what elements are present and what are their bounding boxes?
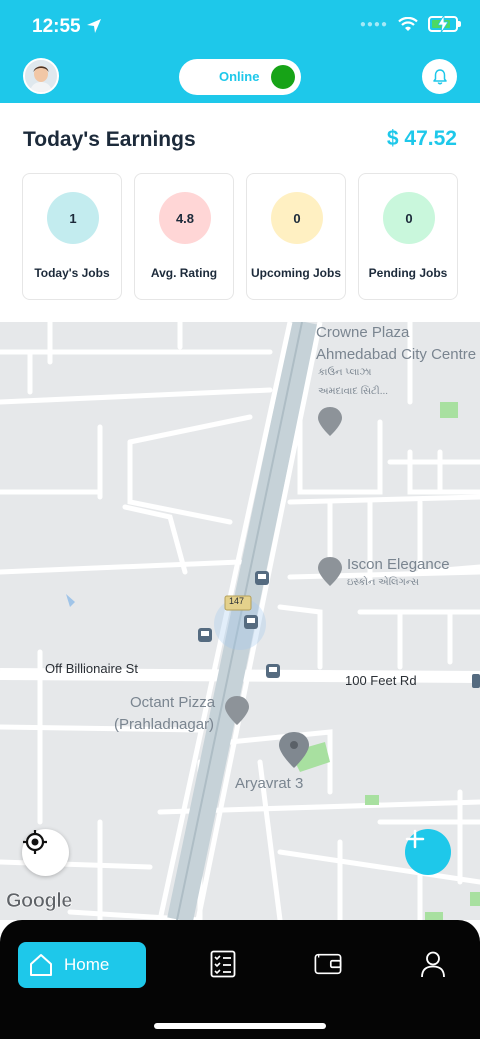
wifi-icon <box>398 16 418 31</box>
plus-icon <box>405 829 425 849</box>
earnings-amount: $ 47.52 <box>386 127 457 150</box>
home-icon <box>30 954 52 976</box>
stat-card-avg-rating[interactable]: 4.8 Avg. Rating <box>134 173 234 300</box>
profile-avatar[interactable] <box>23 58 59 94</box>
battery-charging-icon <box>428 15 461 33</box>
signal-dots-icon: ●●●● <box>359 18 388 30</box>
map-view[interactable]: Crowne Plaza Ahmedabad City Centre કાઉન … <box>0 322 480 920</box>
avatar-image <box>25 60 57 92</box>
online-indicator-dot <box>271 65 295 89</box>
status-indicators: ●●●● <box>359 15 461 33</box>
google-logo: Google <box>6 890 73 913</box>
stat-label: Today's Jobs <box>34 266 110 280</box>
stat-value-circle: 0 <box>271 192 323 244</box>
stat-label: Upcoming Jobs <box>250 266 341 280</box>
stat-value-circle: 0 <box>383 192 435 244</box>
place-label: Octant Pizza <box>130 694 216 711</box>
earnings-title: Today's Earnings <box>23 128 196 151</box>
stat-value-circle: 1 <box>47 192 99 244</box>
nav-home-label: Home <box>64 955 110 974</box>
nav-home-tab[interactable]: Home <box>18 942 146 988</box>
add-button[interactable] <box>405 829 451 875</box>
place-label: Iscon Elegance <box>347 556 450 573</box>
stat-label: Pending Jobs <box>368 266 448 280</box>
place-label: Ahmedabad City Centre <box>316 346 477 363</box>
top-bar: 12:55 ●●●● Online <box>0 0 480 103</box>
place-label: કાઉન પ્લાઝા <box>318 367 372 378</box>
checklist-icon <box>210 950 236 978</box>
online-toggle[interactable]: Online <box>179 59 301 95</box>
stat-value-circle: 4.8 <box>159 192 211 244</box>
stat-card-upcoming-jobs[interactable]: 0 Upcoming Jobs <box>246 173 346 300</box>
location-arrow-icon <box>87 19 101 33</box>
wallet-icon <box>314 953 342 975</box>
nav-jobs-tab[interactable] <box>209 950 237 978</box>
place-label: અમદાવાદ સિટી... <box>318 386 389 397</box>
stat-card-todays-jobs[interactable]: 1 Today's Jobs <box>22 173 122 300</box>
stat-label: Avg. Rating <box>150 266 218 280</box>
crosshair-icon <box>23 830 47 854</box>
nav-wallet-tab[interactable] <box>314 950 342 978</box>
place-label: ઇસ્કોન એલિગન્સ <box>347 577 419 588</box>
stat-card-pending-jobs[interactable]: 0 Pending Jobs <box>358 173 458 300</box>
status-time: 12:55 <box>32 16 81 37</box>
bell-icon <box>432 68 447 84</box>
road-label: 100 Feet Rd <box>345 673 417 688</box>
bottom-nav: Home <box>0 920 480 1039</box>
nav-profile-tab[interactable] <box>419 950 447 978</box>
home-indicator <box>154 1023 326 1029</box>
place-label: (Prahladnagar) <box>114 716 215 733</box>
notification-button[interactable] <box>422 59 457 94</box>
earnings-panel: Today's Earnings $ 47.52 1 Today's Jobs … <box>0 103 480 322</box>
online-status-label: Online <box>219 69 260 84</box>
road-label: Off Billionaire St <box>45 661 138 676</box>
place-label: Crowne Plaza <box>316 324 410 341</box>
place-label: Aryavrat 3 <box>235 775 304 792</box>
user-icon <box>421 951 445 978</box>
highway-shield-label: 147 <box>229 596 245 606</box>
my-location-button[interactable] <box>22 829 69 876</box>
